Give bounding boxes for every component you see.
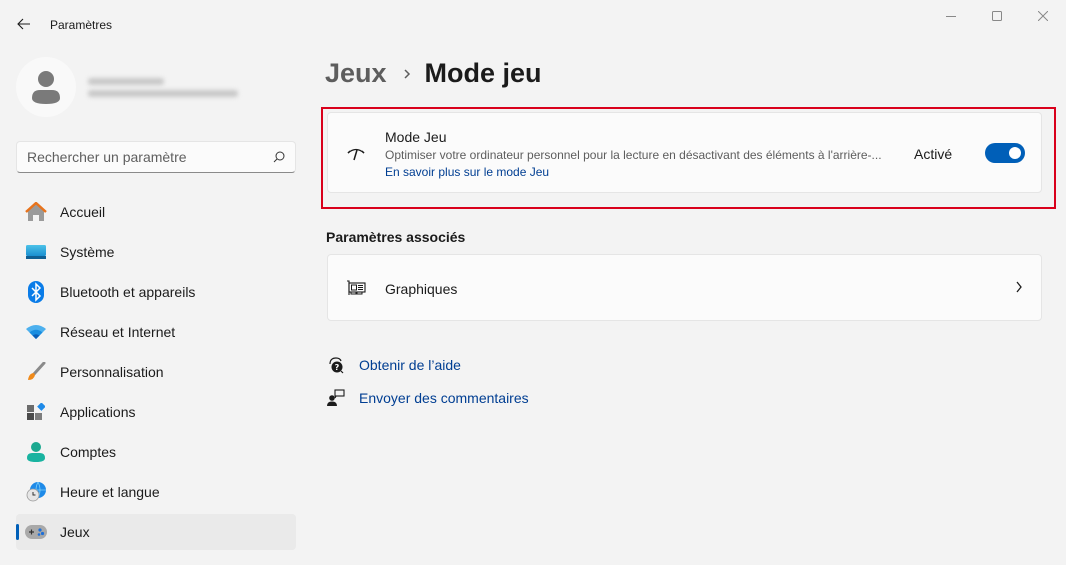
sidebar-item-jeux[interactable]: Jeux (16, 514, 296, 550)
graphics-label: Graphiques (385, 281, 458, 297)
wifi-icon (24, 320, 48, 344)
sidebar-item-label: Système (60, 244, 115, 260)
back-arrow-icon (17, 18, 30, 30)
minimize-button[interactable] (928, 0, 974, 32)
breadcrumb: Jeux Mode jeu (325, 58, 542, 89)
apps-icon (24, 400, 48, 424)
search-box[interactable] (16, 141, 296, 173)
graphics-card-icon (344, 276, 368, 300)
game-mode-description: Optimiser votre ordinateur personnel pou… (385, 148, 882, 162)
learn-more-link[interactable]: En savoir plus sur le mode Jeu (385, 165, 549, 179)
avatar (16, 57, 76, 117)
get-help-link[interactable]: ? Obtenir de l’aide (326, 355, 461, 375)
feedback-icon (326, 388, 346, 408)
get-help-label: Obtenir de l’aide (359, 357, 461, 373)
profile-email (88, 89, 238, 97)
user-icon (32, 71, 60, 104)
profile-name (88, 77, 164, 85)
related-settings-heading: Paramètres associés (326, 229, 466, 245)
close-icon (1038, 11, 1048, 21)
sidebar-item-label: Comptes (60, 444, 117, 460)
page-title: Mode jeu (424, 58, 542, 88)
game-mode-card: Mode Jeu Optimiser votre ordinateur pers… (327, 112, 1042, 193)
toggle-status-label: Activé (914, 146, 953, 162)
sidebar-item-bluetooth[interactable]: Bluetooth et appareils (16, 274, 296, 310)
sidebar-item-comptes[interactable]: Comptes (16, 434, 296, 470)
sidebar-item-reseau[interactable]: Réseau et Internet (16, 314, 296, 350)
toggle-knob (1009, 147, 1021, 159)
sidebar-item-label: Accueil (60, 204, 106, 220)
send-feedback-label: Envoyer des commentaires (359, 390, 529, 406)
close-button[interactable] (1020, 0, 1066, 32)
account-icon (24, 440, 48, 464)
time-language-icon (24, 480, 48, 504)
send-feedback-link[interactable]: Envoyer des commentaires (326, 388, 529, 408)
breadcrumb-parent[interactable]: Jeux (325, 58, 387, 89)
sidebar-item-applications[interactable]: Applications (16, 394, 296, 430)
svg-text:?: ? (335, 363, 340, 372)
sidebar-item-label: Heure et langue (60, 484, 160, 500)
breadcrumb-chevron-icon (403, 68, 411, 80)
game-mode-toggle[interactable] (985, 143, 1025, 163)
system-icon (24, 240, 48, 264)
sidebar-item-systeme[interactable]: Système (16, 234, 296, 270)
sidebar-item-accueil[interactable]: Accueil (16, 194, 296, 230)
sidebar-item-label: Jeux (60, 524, 90, 540)
sidebar-item-label: Applications (60, 404, 136, 420)
brush-icon (24, 360, 48, 384)
sidebar-item-label: Réseau et Internet (60, 324, 176, 340)
help-icon: ? (326, 355, 346, 375)
sidebar-item-personnalisation[interactable]: Personnalisation (16, 354, 296, 390)
chevron-right-icon (1015, 280, 1023, 299)
home-icon (24, 200, 48, 224)
minimize-icon (946, 16, 956, 17)
back-button[interactable] (12, 12, 36, 36)
sidebar-item-label: Personnalisation (60, 364, 164, 380)
search-input[interactable] (27, 149, 273, 165)
sidebar-item-label: Bluetooth et appareils (60, 284, 196, 300)
maximize-icon (992, 11, 1002, 21)
game-mode-title: Mode Jeu (385, 129, 447, 145)
app-title: Paramètres (50, 18, 113, 32)
graphics-settings-card[interactable]: Graphiques (327, 254, 1042, 321)
sidebar-item-heure-langue[interactable]: Heure et langue (16, 474, 296, 510)
speedometer-icon (344, 142, 368, 166)
gamepad-icon (24, 520, 48, 544)
bluetooth-icon (24, 280, 48, 304)
maximize-button[interactable] (974, 0, 1020, 32)
window-controls (928, 0, 1066, 32)
search-icon[interactable] (273, 151, 285, 163)
user-profile[interactable] (16, 57, 238, 117)
sidebar-nav: Accueil Système Bluetooth et appareils R… (16, 194, 296, 554)
title-bar: Paramètres (0, 0, 1066, 48)
